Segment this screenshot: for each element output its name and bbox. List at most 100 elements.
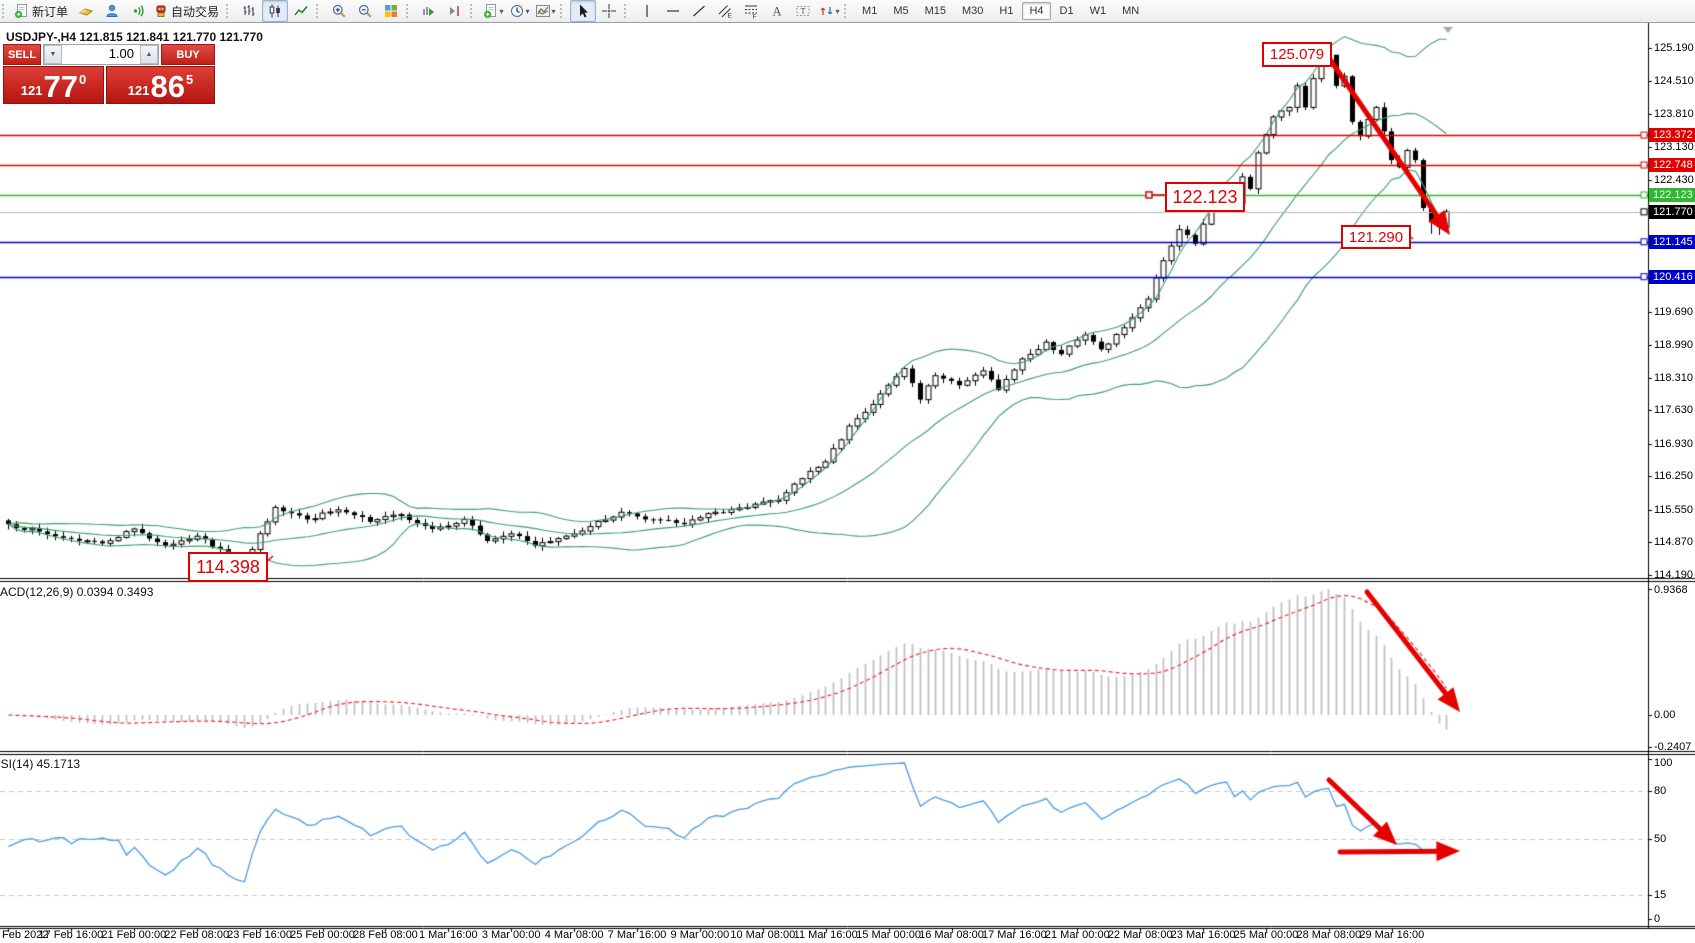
volume-stepper[interactable]: ▼ 1.00 ▲ bbox=[43, 44, 159, 65]
vertical-line-button[interactable] bbox=[634, 0, 660, 22]
text-icon: A bbox=[769, 3, 785, 19]
toolbar-grip bbox=[406, 4, 412, 18]
zoom-in-icon bbox=[331, 3, 347, 19]
sell-price-prefix: 121 bbox=[21, 83, 43, 98]
chevron-down-icon[interactable]: ▾ bbox=[500, 7, 504, 16]
channel-icon: E bbox=[717, 3, 733, 19]
new-chart-button[interactable]: ▾ bbox=[480, 0, 506, 22]
buy-button[interactable]: BUY bbox=[161, 44, 215, 65]
bar-chart-button[interactable] bbox=[236, 0, 262, 22]
auto-scroll-icon bbox=[421, 3, 437, 19]
svg-text:A: A bbox=[773, 5, 782, 19]
toolbar-grip bbox=[844, 4, 850, 18]
price-tag: 122.748 bbox=[1649, 158, 1695, 172]
rsi-indicator-label: RSI(14) 45.1713 bbox=[0, 757, 80, 771]
time-tick: 25 Feb 00:00 bbox=[290, 929, 355, 941]
timeframe-h1-button[interactable]: H1 bbox=[992, 2, 1020, 20]
buy-price[interactable]: 121865 bbox=[106, 66, 215, 104]
tile-windows-icon bbox=[383, 3, 399, 19]
price-tick: 125.190 bbox=[1654, 42, 1694, 54]
chart-shift-icon bbox=[447, 3, 463, 19]
profile-icon[interactable] bbox=[99, 0, 125, 22]
chevron-down-icon[interactable]: ▾ bbox=[526, 7, 530, 16]
candle-chart-button[interactable] bbox=[262, 0, 288, 22]
auto-trading-button[interactable]: 自动交易 bbox=[151, 0, 224, 22]
rsi-axis-tick: 100 bbox=[1654, 757, 1672, 769]
time-tick: 21 Feb 00:00 bbox=[101, 929, 166, 941]
timeframe-mn-button[interactable]: MN bbox=[1115, 2, 1146, 20]
price-tick: 119.690 bbox=[1654, 306, 1693, 318]
timeframe-w1-button[interactable]: W1 bbox=[1083, 2, 1114, 20]
price-tick: 118.990 bbox=[1654, 339, 1693, 351]
time-tick: 25 Mar 00:00 bbox=[1234, 929, 1299, 941]
time-tick: 28 Feb 08:00 bbox=[353, 929, 418, 941]
volume-value[interactable]: 1.00 bbox=[62, 45, 140, 64]
sell-button[interactable]: SELL bbox=[3, 44, 41, 65]
toolbar-grip bbox=[624, 4, 630, 18]
timeframe-m15-button[interactable]: M15 bbox=[918, 2, 953, 20]
arrows-icon bbox=[819, 3, 835, 19]
volume-decrease-button[interactable]: ▼ bbox=[44, 45, 62, 64]
time-tick: 22 Mar 08:00 bbox=[1108, 929, 1173, 941]
macd-indicator-label: MACD(12,26,9) 0.0394 0.3493 bbox=[0, 585, 153, 599]
buy-price-big: 86 bbox=[150, 73, 184, 101]
price-annotation[interactable]: 122.123 bbox=[1165, 182, 1245, 212]
svg-text:T: T bbox=[800, 6, 805, 16]
price-tick: 114.190 bbox=[1654, 569, 1693, 581]
timeframe-m30-button[interactable]: M30 bbox=[955, 2, 990, 20]
price-annotation[interactable]: 125.079 bbox=[1262, 42, 1332, 67]
timeframe-h4-button[interactable]: H4 bbox=[1022, 2, 1050, 20]
chart-shift-button[interactable] bbox=[442, 0, 468, 22]
time-tick: 1 Mar 16:00 bbox=[419, 929, 478, 941]
timeframe-d1-button[interactable]: D1 bbox=[1053, 2, 1081, 20]
fibonacci-button[interactable]: F bbox=[738, 0, 764, 22]
price-tick: 115.550 bbox=[1654, 504, 1693, 516]
line-chart-button[interactable] bbox=[288, 0, 314, 22]
auto-trading-button-label: 自动交易 bbox=[169, 3, 222, 20]
cursor-button[interactable] bbox=[570, 0, 596, 22]
new-order-button[interactable]: 新订单 bbox=[12, 0, 73, 22]
horizontal-line-icon bbox=[665, 3, 681, 19]
price-tag: 122.123 bbox=[1649, 188, 1695, 202]
auto-scroll-button[interactable] bbox=[416, 0, 442, 22]
zoom-in-button[interactable] bbox=[326, 0, 352, 22]
rsi-axis-tick: 50 bbox=[1654, 833, 1666, 845]
signal-icon[interactable] bbox=[125, 0, 151, 22]
timeframe-m5-button[interactable]: M5 bbox=[886, 2, 915, 20]
arrows-button[interactable]: ▾ bbox=[816, 0, 842, 22]
rsi-axis-tick: 80 bbox=[1654, 785, 1666, 797]
price-tick: 123.810 bbox=[1654, 108, 1694, 120]
rsi-axis-tick: 15 bbox=[1654, 889, 1666, 901]
trendline-button[interactable] bbox=[686, 0, 712, 22]
timeframe-m1-button[interactable]: M1 bbox=[855, 2, 884, 20]
chevron-down-icon[interactable]: ▾ bbox=[836, 7, 840, 16]
label-button[interactable]: T bbox=[790, 0, 816, 22]
sell-price-big: 77 bbox=[43, 73, 77, 101]
channel-button[interactable]: E bbox=[712, 0, 738, 22]
tile-windows-button[interactable] bbox=[378, 0, 404, 22]
price-tick: 114.870 bbox=[1654, 536, 1693, 548]
price-annotation[interactable]: 114.398 bbox=[188, 552, 268, 582]
volume-increase-button[interactable]: ▲ bbox=[140, 45, 158, 64]
text-button[interactable]: A bbox=[764, 0, 790, 22]
quick-trade-icon[interactable] bbox=[73, 0, 99, 22]
indicators-button[interactable]: ▾ bbox=[532, 0, 558, 22]
time-tick: 17 Feb 16:00 bbox=[38, 929, 103, 941]
time-tick: 9 Mar 00:00 bbox=[671, 929, 730, 941]
time-tick: 23 Feb 16:00 bbox=[227, 929, 292, 941]
price-tick: 124.510 bbox=[1654, 75, 1694, 87]
period-icon bbox=[509, 3, 525, 19]
chevron-down-icon[interactable]: ▾ bbox=[552, 7, 556, 16]
price-annotation[interactable]: 121.290 bbox=[1341, 225, 1411, 249]
zoom-out-button[interactable] bbox=[352, 0, 378, 22]
one-click-trading-panel: SELL ▼ 1.00 ▲ BUY 121770 121865 bbox=[3, 44, 215, 104]
crosshair-button[interactable] bbox=[596, 0, 622, 22]
period-button[interactable]: ▾ bbox=[506, 0, 532, 22]
toolbar-grip bbox=[2, 4, 8, 18]
time-tick: 21 Mar 00:00 bbox=[1045, 929, 1110, 941]
cursor-icon bbox=[575, 3, 591, 19]
macd-axis-tick: 0.9368 bbox=[1654, 584, 1688, 596]
horizontal-line-button[interactable] bbox=[660, 0, 686, 22]
sell-price[interactable]: 121770 bbox=[3, 66, 104, 104]
chart-area[interactable] bbox=[0, 0, 1695, 943]
